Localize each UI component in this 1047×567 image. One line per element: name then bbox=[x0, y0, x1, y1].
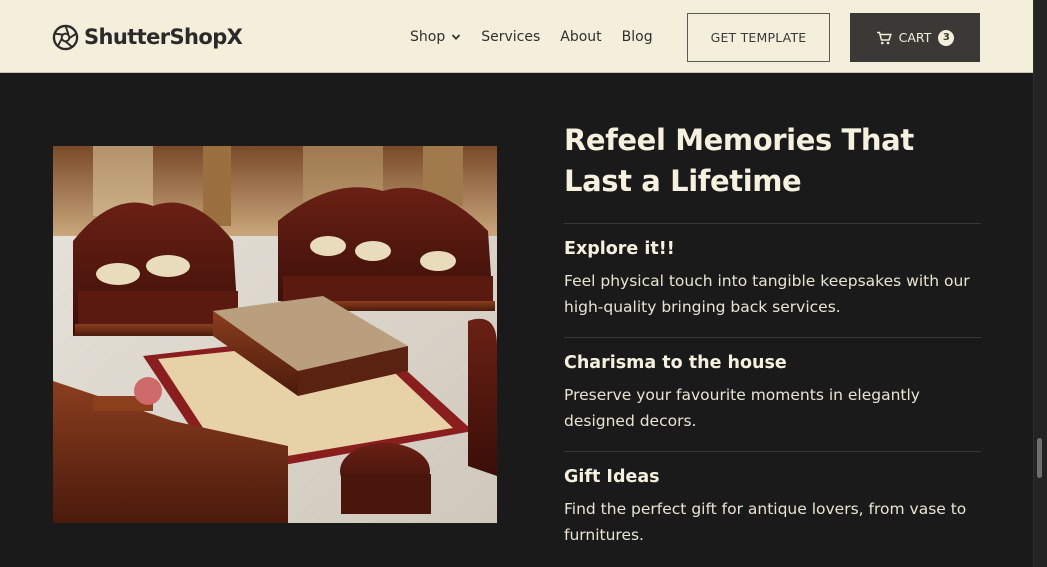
cart-count-badge: 3 bbox=[938, 29, 955, 46]
nav-item-about[interactable]: About bbox=[560, 29, 601, 45]
chevron-down-icon bbox=[452, 34, 461, 41]
get-template-button[interactable]: GET TEMPLATE bbox=[687, 13, 830, 62]
feature-title: Gift Ideas bbox=[564, 467, 660, 487]
aperture-icon bbox=[52, 24, 79, 50]
nav-item-services[interactable]: Services bbox=[481, 29, 540, 45]
nav-item-label: About bbox=[560, 29, 602, 45]
cart-button[interactable]: CART 3 bbox=[850, 13, 980, 62]
brand-logo[interactable]: ShutterShopX bbox=[52, 22, 243, 52]
main-nav: Shop Services About Blog bbox=[410, 27, 653, 47]
feature-title: Charisma to the house bbox=[564, 353, 787, 373]
get-template-label: GET TEMPLATE bbox=[710, 30, 807, 45]
divider bbox=[564, 223, 981, 224]
feature-description: Feel physical touch into tangible keepsa… bbox=[564, 272, 970, 316]
cart-label: CART bbox=[898, 30, 932, 45]
divider bbox=[564, 337, 981, 338]
hero-content: Refeel Memories That Last a Lifetime Exp… bbox=[564, 120, 981, 548]
cart-icon bbox=[876, 31, 892, 44]
feature-description: Preserve your favourite moments in elega… bbox=[564, 386, 920, 430]
site-header: ShutterShopX Shop Services About Blog GE… bbox=[0, 0, 1033, 73]
nav-item-blog[interactable]: Blog bbox=[622, 29, 653, 45]
nav-item-label: Blog bbox=[621, 29, 653, 45]
scrollbar-track[interactable] bbox=[1033, 0, 1047, 567]
nav-item-label: Shop bbox=[410, 29, 446, 45]
nav-item-shop[interactable]: Shop bbox=[410, 29, 461, 45]
feature-item: Gift Ideas Find the perfect gift for ant… bbox=[564, 466, 981, 548]
feature-title: Explore it!! bbox=[564, 239, 675, 259]
feature-item: Charisma to the house Preserve your favo… bbox=[564, 352, 981, 434]
brand-name: ShutterShopX bbox=[84, 25, 243, 49]
divider bbox=[564, 451, 981, 452]
feature-item: Explore it!! Feel physical touch into ta… bbox=[564, 238, 981, 320]
sofa-set-image bbox=[53, 146, 497, 523]
scrollbar-thumb[interactable] bbox=[1037, 438, 1042, 478]
furniture-photo bbox=[53, 146, 497, 523]
nav-item-label: Services bbox=[481, 29, 541, 45]
feature-description: Find the perfect gift for antique lovers… bbox=[564, 500, 967, 544]
page-title: Refeel Memories That Last a Lifetime bbox=[564, 123, 914, 198]
